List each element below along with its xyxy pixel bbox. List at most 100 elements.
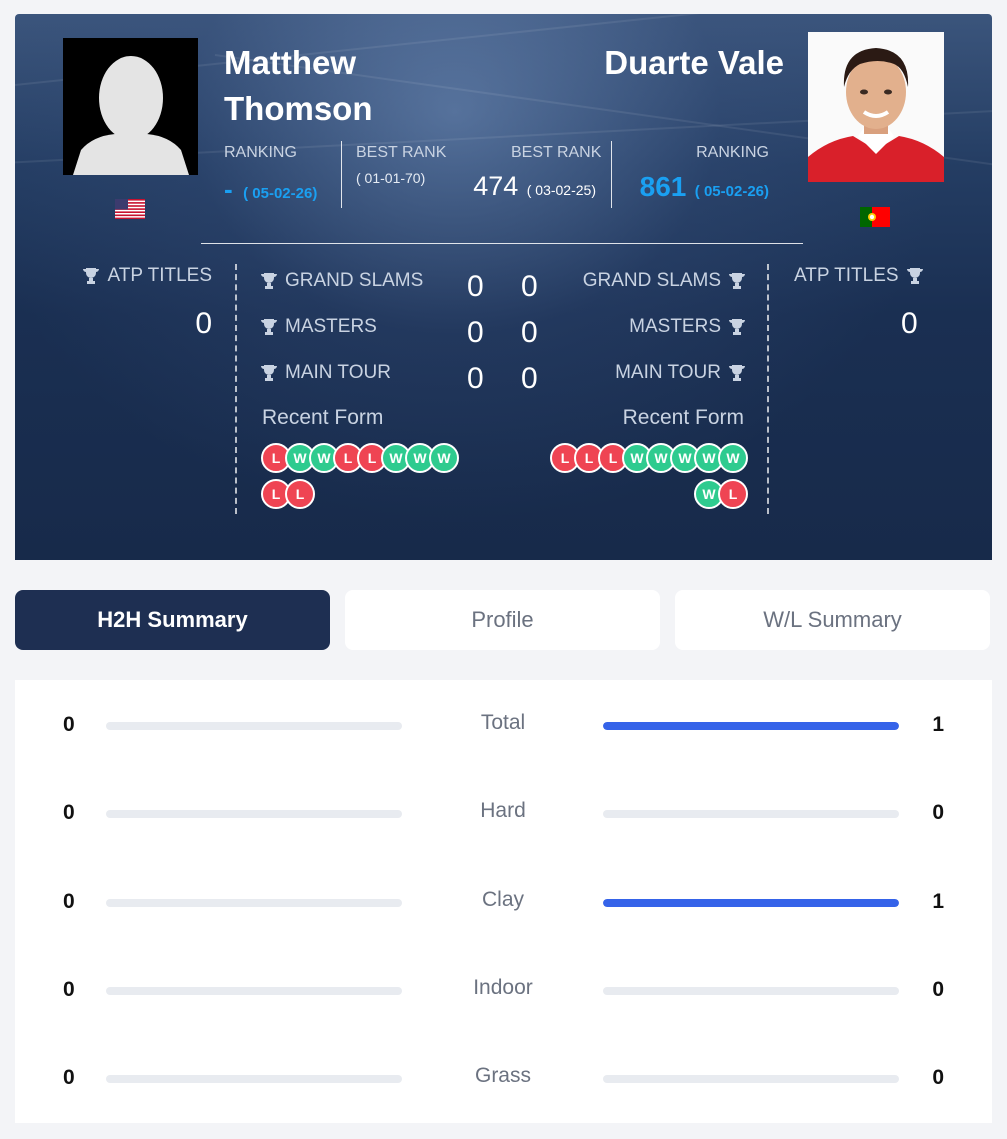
- divider: [341, 141, 342, 208]
- player-left-name-line1: Matthew: [224, 44, 356, 81]
- player-left-recent-form-row: LWWLLWWW: [261, 443, 459, 473]
- h2h-left-value: 0: [63, 1066, 75, 1089]
- h2h-row-clay: 0 Clay 1: [15, 882, 992, 922]
- h2h-right-value: 0: [932, 1066, 944, 1089]
- h2h-right-value: 0: [932, 978, 944, 1001]
- player-left-ranking: - ( 05-02-26): [224, 174, 317, 205]
- h2h-right-value: 1: [932, 890, 944, 913]
- h2h-right-value: 0: [932, 801, 944, 824]
- h2h-right-value: 1: [932, 713, 944, 736]
- h2h-left-bar: [106, 722, 402, 730]
- trophy-icon: [729, 319, 745, 335]
- h2h-right-bar: [603, 722, 899, 730]
- h2h-row-grass: 0 Grass 0: [15, 1058, 992, 1098]
- trophy-icon: [83, 268, 100, 284]
- player-left-form-result[interactable]: L: [285, 479, 315, 509]
- player-left-form-result[interactable]: W: [429, 443, 459, 473]
- trophy-icon: [261, 365, 277, 381]
- player-right-atp-titles: 0: [901, 307, 918, 340]
- h2h-surface-label: Indoor: [473, 976, 533, 999]
- dashed-divider: [235, 264, 237, 514]
- grand-slams-label: GRAND SLAMS: [582, 270, 721, 291]
- player-right-ranking-label: RANKING: [696, 144, 769, 161]
- player-left-recent-form-row: LL: [261, 479, 315, 509]
- player-right-best-rank-label: BEST RANK: [511, 144, 602, 161]
- masters-label-left: MASTERS: [261, 316, 377, 338]
- player-left-avatar[interactable]: [63, 38, 198, 175]
- header-divider: [201, 243, 803, 244]
- usa-flag-icon: [115, 199, 145, 219]
- player-right-form-result[interactable]: W: [718, 443, 748, 473]
- trophy-icon: [729, 273, 745, 289]
- player-right-best-rank-value: 474: [473, 171, 519, 201]
- main-tour-label-left: MAIN TOUR: [261, 362, 391, 384]
- h2h-right-bar-fill: [603, 722, 899, 730]
- recent-form-title-left: Recent Form: [262, 406, 384, 429]
- tab-profile[interactable]: Profile: [345, 590, 660, 650]
- h2h-surface-label: Clay: [481, 888, 524, 911]
- player-right-ranking-value: 861: [639, 171, 687, 202]
- h2h-left-bar: [106, 810, 402, 818]
- atp-titles-label: ATP TITLES: [107, 265, 212, 286]
- player-left-atp-titles-label: ATP TITLES: [83, 265, 212, 287]
- tab-wl-summary[interactable]: W/L Summary: [675, 590, 990, 650]
- h2h-summary-panel: 0 Total 1 0 Hard 0 0 Clay 1 0 Indoor 0 0 Grass 0: [15, 680, 992, 1123]
- h2h-surface-label: Grass: [474, 1064, 531, 1087]
- h2h-right-bar: [603, 1075, 899, 1083]
- player-left-ranking-value: -: [224, 174, 233, 204]
- h2h-right-bar: [603, 810, 899, 818]
- player-right-best-rank-date: ( 03-02-25): [526, 182, 596, 198]
- tab-h2h-summary[interactable]: H2H Summary: [15, 590, 330, 650]
- player-right-name[interactable]: Duarte Vale: [604, 40, 784, 86]
- h2h-left-bar: [106, 1075, 402, 1083]
- h2h-row-indoor: 0 Indoor 0: [15, 970, 992, 1010]
- trophy-icon: [261, 319, 277, 335]
- player-right-grand-slams: 0: [521, 270, 538, 303]
- h2h-left-value: 0: [63, 713, 75, 736]
- h2h-left-value: 0: [63, 801, 75, 824]
- atp-titles-label: ATP TITLES: [794, 265, 899, 286]
- player-left-name[interactable]: Matthew Thomson: [224, 40, 444, 132]
- masters-label: MASTERS: [629, 316, 721, 337]
- recent-form-title-right: Recent Form: [622, 406, 744, 429]
- divider: [611, 141, 612, 208]
- portugal-flag-icon: [860, 207, 890, 227]
- grand-slams-label-right: GRAND SLAMS: [583, 270, 745, 292]
- h2h-right-bar: [603, 899, 899, 907]
- h2h-left-value: 0: [63, 978, 75, 1001]
- masters-label: MASTERS: [285, 316, 377, 337]
- player-right-atp-titles-label: ATP TITLES: [794, 265, 923, 287]
- player-right-form-result[interactable]: L: [718, 479, 748, 509]
- h2h-surface-label: Hard: [480, 799, 526, 822]
- h2h-left-bar: [106, 899, 402, 907]
- player-right-ranking: 861 ( 05-02-26): [640, 171, 769, 203]
- player-right-masters: 0: [521, 316, 538, 349]
- player-left-best-rank-label: BEST RANK: [356, 144, 447, 161]
- trophy-icon: [729, 365, 745, 381]
- player-left-main-tour: 0: [467, 362, 484, 395]
- player-right-avatar[interactable]: [808, 32, 944, 182]
- h2h-row-total: 0 Total 1: [15, 705, 992, 745]
- masters-label-right: MASTERS: [629, 316, 745, 338]
- main-tour-label: MAIN TOUR: [615, 362, 721, 383]
- player-left-ranking-date: ( 05-02-26): [243, 185, 318, 202]
- grand-slams-label-left: GRAND SLAMS: [261, 270, 423, 292]
- player-left-atp-titles: 0: [195, 307, 212, 340]
- h2h-right-bar-fill: [603, 899, 899, 907]
- player-left-ranking-label: RANKING: [224, 144, 297, 161]
- player-left-grand-slams: 0: [467, 270, 484, 303]
- player-header: Matthew Thomson Duarte Vale RANKING - ( …: [15, 14, 992, 560]
- player-right-recent-form-row: WL: [694, 479, 748, 509]
- h2h-row-hard: 0 Hard 0: [15, 793, 992, 833]
- grand-slams-label: GRAND SLAMS: [285, 270, 424, 291]
- dashed-divider: [767, 264, 769, 514]
- player-left-masters: 0: [467, 316, 484, 349]
- player-left-name-line2: Thomson: [224, 90, 373, 127]
- main-tour-label: MAIN TOUR: [285, 362, 391, 383]
- player-right-main-tour: 0: [521, 362, 538, 395]
- h2h-left-bar: [106, 987, 402, 995]
- main-tour-label-right: MAIN TOUR: [615, 362, 745, 384]
- h2h-surface-label: Total: [480, 711, 526, 734]
- player-right-ranking-date: ( 05-02-26): [694, 183, 769, 200]
- player-right-best-rank: 474 ( 03-02-25): [473, 171, 596, 202]
